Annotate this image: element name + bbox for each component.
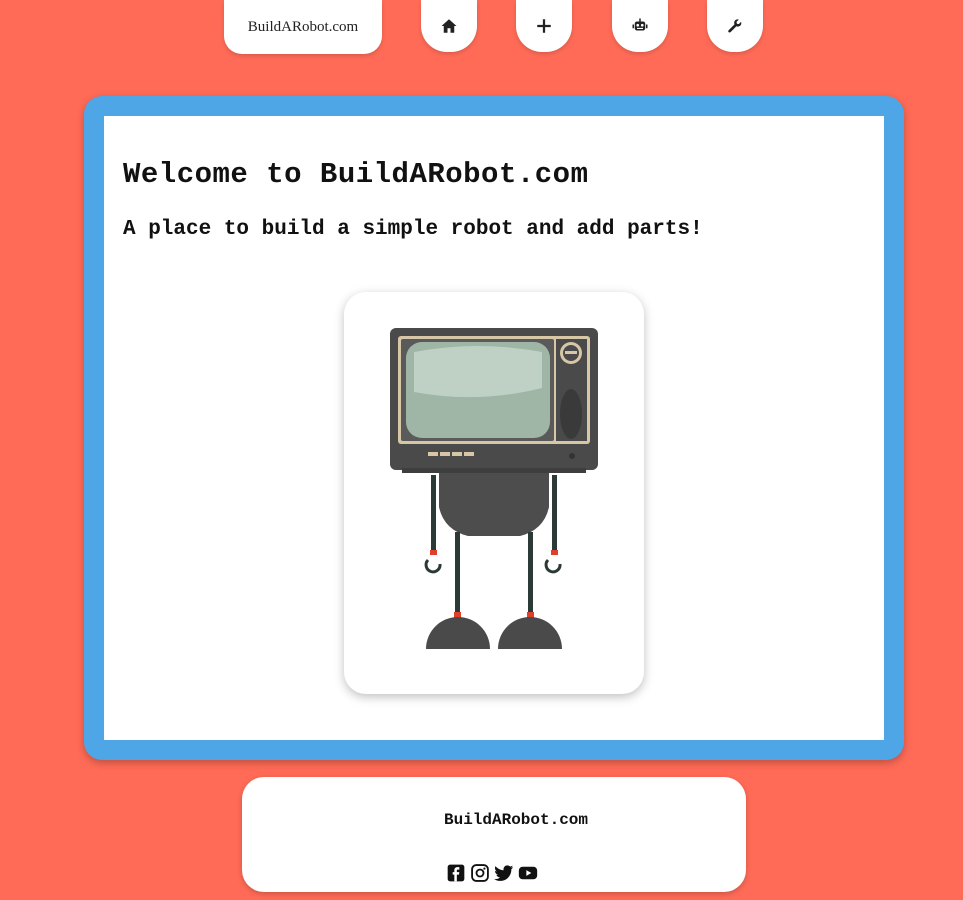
tv-robot-illustration — [390, 328, 598, 649]
plus-icon — [537, 19, 551, 33]
parts-button[interactable] — [707, 0, 763, 52]
youtube-link[interactable] — [518, 863, 538, 883]
social-links — [446, 863, 538, 883]
robots-button[interactable] — [612, 0, 668, 52]
twitter-link[interactable] — [494, 863, 514, 883]
facebook-link[interactable] — [446, 863, 466, 883]
page-subtitle: A place to build a simple robot and add … — [123, 218, 703, 241]
home-button[interactable] — [421, 0, 477, 52]
nav-brand-link[interactable]: BuildARobot.com — [224, 0, 382, 54]
page-title: Welcome to BuildARobot.com — [123, 158, 589, 191]
instagram-link[interactable] — [470, 863, 490, 883]
add-button[interactable] — [516, 0, 572, 52]
robot-card — [344, 292, 644, 694]
wrench-icon — [728, 19, 742, 33]
nav-brand-label: BuildARobot.com — [247, 18, 359, 35]
facebook-icon — [447, 864, 465, 882]
instagram-icon — [471, 864, 489, 882]
home-icon — [441, 19, 457, 33]
youtube-icon — [518, 866, 538, 880]
main-frame: Welcome to BuildARobot.com A place to bu… — [84, 96, 904, 760]
footer: BuildARobot.com — [242, 777, 746, 892]
robot-icon — [632, 18, 648, 31]
content-panel: Welcome to BuildARobot.com A place to bu… — [104, 116, 884, 740]
twitter-icon — [494, 865, 514, 881]
footer-brand: BuildARobot.com — [443, 811, 589, 829]
